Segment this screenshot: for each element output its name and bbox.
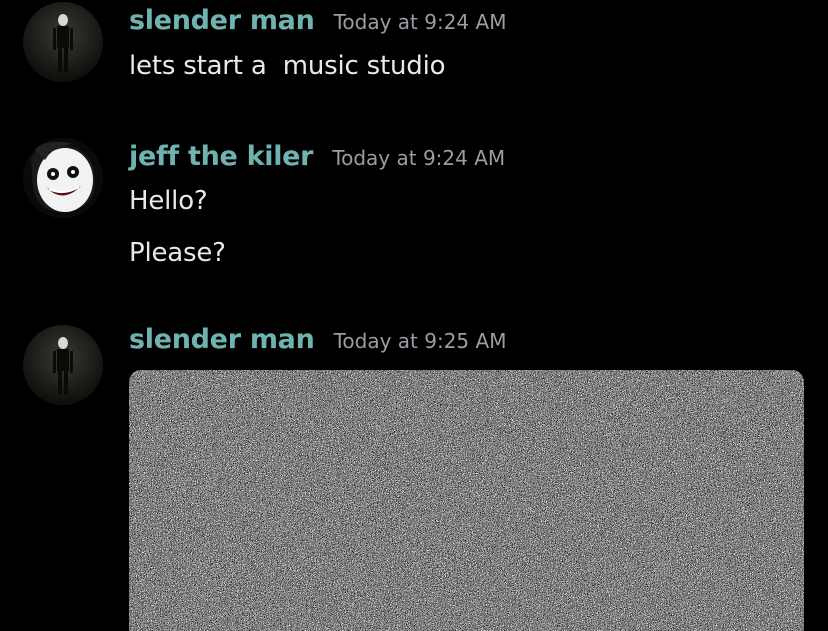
message-text: Please? [129, 238, 226, 268]
username[interactable]: slender man [129, 5, 315, 36]
message-header: jeff the kiler Today at 9:24 AM [129, 141, 505, 172]
username[interactable]: slender man [129, 324, 315, 355]
jeff-the-killer-avatar-icon[interactable] [23, 138, 103, 218]
message-text: lets start a music studio [129, 51, 446, 81]
timestamp: Today at 9:25 AM [333, 329, 507, 353]
timestamp: Today at 9:24 AM [332, 146, 506, 170]
username[interactable]: jeff the kiler [129, 141, 314, 172]
chat-messages: slender man Today at 9:24 AM lets start … [0, 0, 828, 631]
slender-man-avatar-icon[interactable] [23, 2, 103, 82]
message-header: slender man Today at 9:24 AM [129, 5, 506, 36]
message-text: Hello? [129, 186, 208, 216]
message-header: slender man Today at 9:25 AM [129, 324, 506, 355]
timestamp: Today at 9:24 AM [333, 10, 507, 34]
tv-static-image[interactable] [129, 370, 804, 631]
slender-man-avatar-icon[interactable] [23, 325, 103, 405]
